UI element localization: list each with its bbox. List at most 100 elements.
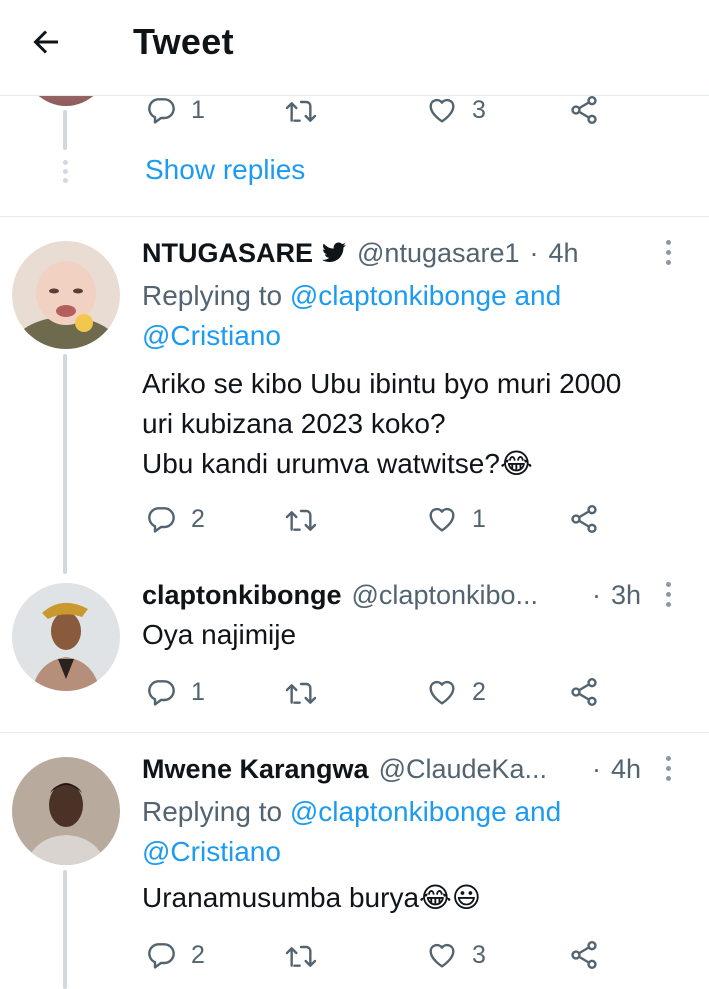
tweet-header: Mwene Karangwa @ClaudeKa... bbox=[142, 749, 547, 789]
like-count: 1 bbox=[472, 504, 486, 533]
mention-link[interactable]: @Cristiano bbox=[142, 836, 281, 867]
like-count: 3 bbox=[472, 940, 486, 969]
reply-icon bbox=[148, 507, 175, 533]
thread-gap-dots bbox=[63, 160, 69, 187]
tweet-text-line: Ubu kandi urumva watwitse?😂 bbox=[142, 448, 533, 479]
share-icon bbox=[571, 678, 597, 706]
more-options-icon[interactable] bbox=[664, 240, 672, 270]
author-handle[interactable]: @ClaudeKa... bbox=[379, 754, 548, 785]
tweet-text: Ariko se kibo Ubu ibintu byo muri 2000 u… bbox=[142, 364, 682, 484]
tweet-text-line: Uranamusumba burya😂😃 bbox=[142, 882, 481, 913]
reply-icon bbox=[148, 98, 175, 124]
reply-button[interactable]: 1 bbox=[145, 90, 205, 130]
separator-dot: · bbox=[592, 753, 601, 784]
tweet-actions: 1 3 bbox=[140, 90, 620, 130]
avatar-baby-image bbox=[12, 241, 120, 349]
like-count: 3 bbox=[472, 95, 486, 124]
like-button[interactable]: 3 bbox=[426, 935, 486, 975]
retweet-button[interactable] bbox=[283, 935, 319, 975]
reply-count: 1 bbox=[191, 677, 205, 706]
reply-icon bbox=[148, 943, 175, 969]
mention-link[interactable]: @claptonkibonge bbox=[290, 796, 507, 827]
tweet-header: claptonkibonge @claptonkibo... bbox=[142, 575, 538, 615]
replying-to: Replying to @claptonkibonge and @Cristia… bbox=[142, 276, 662, 356]
replying-prefix: Replying to bbox=[142, 796, 283, 827]
arrow-left-icon bbox=[33, 30, 58, 54]
heart-icon bbox=[429, 680, 455, 705]
share-button[interactable] bbox=[568, 499, 600, 539]
tweet-header: NTUGASARE @ntugasare1 · 4h bbox=[142, 233, 579, 273]
author-handle[interactable]: @ntugasare1 bbox=[357, 238, 520, 269]
reply-button[interactable]: 1 bbox=[145, 672, 205, 712]
author-name[interactable]: claptonkibonge bbox=[142, 580, 342, 611]
share-button[interactable] bbox=[568, 935, 600, 975]
tweet-actions: 2 3 bbox=[140, 935, 620, 975]
thread-line bbox=[63, 354, 67, 574]
avatar[interactable] bbox=[12, 757, 120, 865]
replying-prefix: Replying to bbox=[142, 280, 283, 311]
tweet-time-group: · 3h bbox=[592, 575, 641, 615]
reply-count: 1 bbox=[191, 95, 205, 124]
tweet-text-line: uri kubizana 2023 koko? bbox=[142, 408, 446, 439]
reply-count: 2 bbox=[191, 940, 205, 969]
heart-icon bbox=[429, 507, 455, 532]
avatar-man-image bbox=[12, 757, 120, 865]
tweet-actions: 1 2 bbox=[140, 672, 620, 712]
like-button[interactable]: 2 bbox=[426, 672, 486, 712]
tweet-time[interactable]: 4h bbox=[611, 754, 641, 785]
top-bar: Tweet bbox=[0, 0, 709, 96]
like-button[interactable]: 3 bbox=[426, 90, 486, 130]
mention-link[interactable]: @claptonkibonge bbox=[290, 280, 507, 311]
twitter-bird-icon bbox=[321, 242, 347, 264]
share-icon bbox=[571, 96, 597, 124]
tweet-text: Uranamusumba burya😂😃 bbox=[142, 878, 682, 918]
replying-to: Replying to @claptonkibonge and @Cristia… bbox=[142, 792, 662, 872]
divider bbox=[0, 732, 709, 733]
divider bbox=[0, 216, 709, 217]
mention-link[interactable]: @Cristiano bbox=[142, 320, 281, 351]
share-button[interactable] bbox=[568, 672, 600, 712]
tweet-time[interactable]: 4h bbox=[549, 238, 579, 269]
retweet-icon bbox=[285, 945, 317, 967]
author-name[interactable]: NTUGASARE bbox=[142, 238, 313, 269]
back-button[interactable] bbox=[18, 18, 74, 66]
share-icon bbox=[571, 941, 597, 969]
retweet-button[interactable] bbox=[283, 672, 319, 712]
and-text: and bbox=[514, 796, 562, 827]
share-button[interactable] bbox=[568, 90, 600, 130]
retweet-icon bbox=[285, 100, 317, 122]
and-text: and bbox=[514, 280, 562, 311]
like-button[interactable]: 1 bbox=[426, 499, 486, 539]
reply-button[interactable]: 2 bbox=[145, 935, 205, 975]
reply-icon bbox=[148, 680, 175, 706]
page-title: Tweet bbox=[133, 21, 234, 62]
tweet-text-line: Ariko se kibo Ubu ibintu byo muri 2000 bbox=[142, 368, 622, 399]
thread-line bbox=[63, 870, 67, 989]
more-options-icon[interactable] bbox=[664, 756, 672, 786]
tweet-text-line: Oya najimije bbox=[142, 619, 297, 650]
more-options-icon[interactable] bbox=[664, 582, 672, 612]
show-replies-link[interactable]: Show replies bbox=[145, 152, 305, 188]
heart-icon bbox=[429, 98, 455, 123]
tweet-time[interactable]: 3h bbox=[611, 580, 641, 611]
avatar[interactable] bbox=[12, 241, 120, 349]
share-icon bbox=[571, 505, 597, 533]
reply-button[interactable]: 2 bbox=[145, 499, 205, 539]
avatar-man-hat-image bbox=[12, 583, 120, 691]
author-name[interactable]: Mwene Karangwa bbox=[142, 754, 369, 785]
retweet-button[interactable] bbox=[283, 499, 319, 539]
retweet-icon bbox=[285, 509, 317, 531]
tweet-actions: 2 1 bbox=[140, 499, 620, 539]
separator-dot: · bbox=[592, 579, 601, 610]
thread-line bbox=[63, 110, 67, 150]
separator-dot: · bbox=[529, 237, 539, 268]
avatar[interactable] bbox=[12, 583, 120, 691]
like-count: 2 bbox=[472, 677, 486, 706]
heart-icon bbox=[429, 943, 455, 968]
reply-count: 2 bbox=[191, 504, 205, 533]
tweet-time-group: · 4h bbox=[592, 749, 641, 789]
retweet-button[interactable] bbox=[283, 90, 319, 130]
author-handle[interactable]: @claptonkibo... bbox=[352, 580, 539, 611]
tweet-text: Oya najimije bbox=[142, 615, 682, 655]
retweet-icon bbox=[285, 682, 317, 704]
